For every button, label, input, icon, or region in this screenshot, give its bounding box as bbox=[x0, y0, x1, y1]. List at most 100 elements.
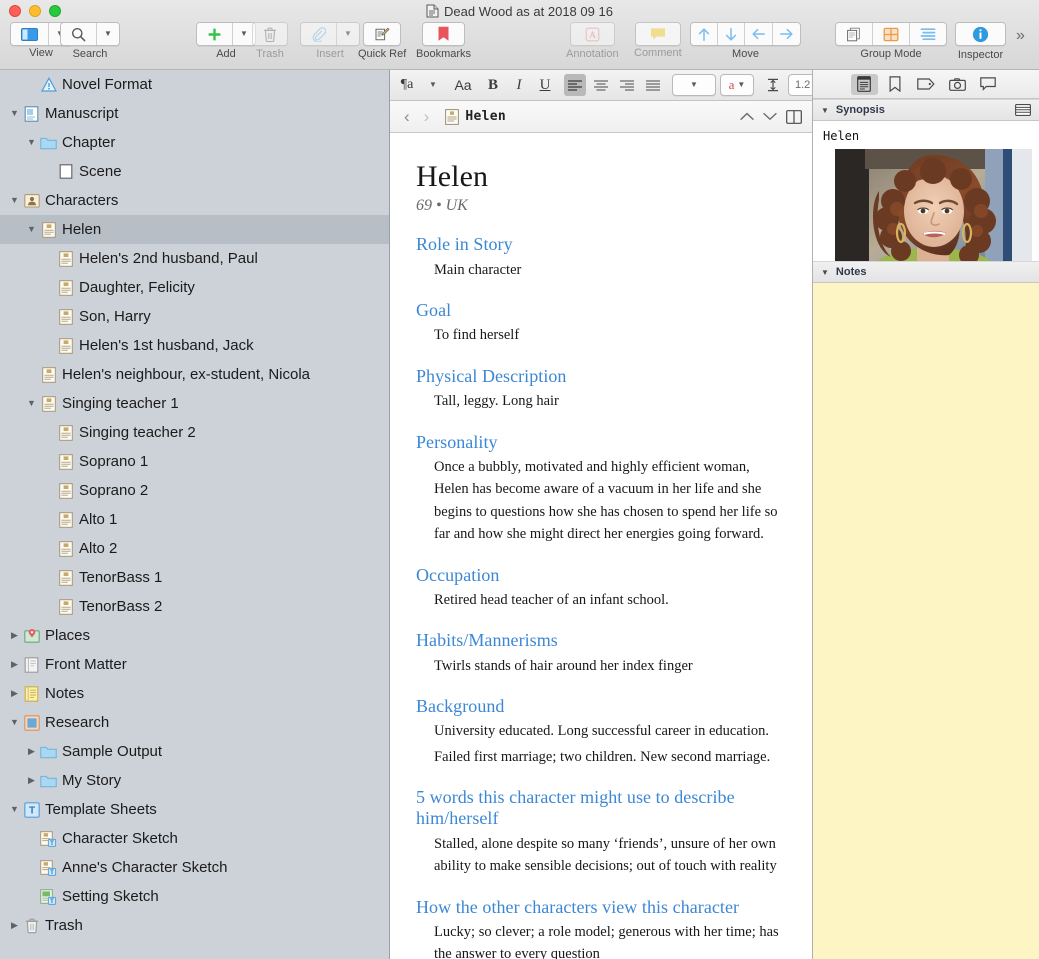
insert-button[interactable]: ▼ bbox=[300, 22, 360, 46]
info-icon[interactable] bbox=[956, 23, 1005, 45]
comment-button[interactable] bbox=[634, 22, 681, 46]
binder-item-alto-1[interactable]: Alto 1 bbox=[0, 505, 389, 534]
arrow-up-icon[interactable] bbox=[691, 23, 718, 45]
disclosure-expanded-icon[interactable]: ▼ bbox=[25, 225, 38, 234]
binder-item-helen-s-1st-husband-jack[interactable]: Helen's 1st husband, Jack bbox=[0, 331, 389, 360]
binder-item-alto-2[interactable]: Alto 2 bbox=[0, 534, 389, 563]
corkboard-icon[interactable] bbox=[836, 23, 873, 45]
quick-ref-icon[interactable] bbox=[364, 23, 401, 45]
binder-item-chapter[interactable]: ▼ Chapter bbox=[0, 128, 389, 157]
document-body[interactable]: Helen 69 • UK Role in Story Main characte… bbox=[390, 133, 812, 959]
binder-item-singing-teacher-2[interactable]: Singing teacher 2 bbox=[0, 418, 389, 447]
synopsis-image-container[interactable] bbox=[813, 149, 1039, 261]
insert-menu-chevron[interactable]: ▼ bbox=[337, 23, 359, 45]
binder-item-soprano-1[interactable]: Soprano 1 bbox=[0, 447, 389, 476]
binder-item-my-story[interactable]: ▶ My Story bbox=[0, 766, 389, 795]
text-color-button[interactable]: a ▼ bbox=[720, 74, 754, 96]
binder-item-notes[interactable]: ▶ Notes bbox=[0, 679, 389, 708]
move-button-group[interactable] bbox=[690, 22, 801, 46]
line-spacing-icon[interactable] bbox=[762, 74, 784, 96]
bold-button[interactable]: B bbox=[482, 74, 504, 96]
synopsis-header[interactable]: ▼ Synopsis bbox=[813, 99, 1039, 121]
font-panel-button[interactable]: Aa bbox=[452, 74, 474, 96]
align-left-icon[interactable] bbox=[564, 74, 586, 96]
outline-grid-icon[interactable] bbox=[873, 23, 910, 45]
binder-item-singing-teacher-1[interactable]: ▼ Singing teacher 1 bbox=[0, 389, 389, 418]
binder-item-helen[interactable]: ▼ Helen bbox=[0, 215, 389, 244]
binder-item-front-matter[interactable]: ▶ Front Matter bbox=[0, 650, 389, 679]
binder-item-manuscript[interactable]: ▼ Manuscript bbox=[0, 99, 389, 128]
disclosure-collapsed-icon[interactable]: ▶ bbox=[25, 776, 38, 785]
binder-item-character-sketch[interactable]: T Character Sketch bbox=[0, 824, 389, 853]
card-lines-icon[interactable] bbox=[1015, 104, 1031, 116]
disclosure-expanded-icon[interactable]: ▼ bbox=[25, 138, 38, 147]
inspector-tab-metadata[interactable] bbox=[913, 74, 940, 95]
notes-text-area[interactable] bbox=[813, 283, 1039, 959]
italic-button[interactable]: I bbox=[508, 74, 530, 96]
next-document-icon[interactable] bbox=[763, 112, 777, 121]
quick-ref-button[interactable] bbox=[363, 22, 402, 46]
toolbar-overflow-button[interactable]: » bbox=[1016, 26, 1025, 46]
binder-item-trash[interactable]: ▶ Trash bbox=[0, 911, 389, 940]
disclosure-collapsed-icon[interactable]: ▶ bbox=[25, 747, 38, 756]
paperclip-icon[interactable] bbox=[301, 23, 337, 45]
search-icon[interactable] bbox=[61, 23, 97, 45]
bookmark-icon[interactable] bbox=[423, 23, 465, 45]
notes-header[interactable]: ▼ Notes bbox=[813, 261, 1039, 283]
inspector-tab-bookmarks[interactable] bbox=[882, 74, 909, 95]
add-button[interactable]: ▼ bbox=[196, 22, 256, 46]
annotation-button[interactable]: A bbox=[569, 22, 615, 46]
binder-sidebar[interactable]: Novel Format ▼ Manuscript ▼ Chapter Scene ▼ Ch… bbox=[0, 70, 390, 959]
binder-item-template-sheets[interactable]: ▼ T Template Sheets bbox=[0, 795, 389, 824]
plus-icon[interactable] bbox=[197, 23, 233, 45]
search-button[interactable]: ▼ bbox=[60, 22, 120, 46]
inspector-button[interactable] bbox=[955, 22, 1006, 46]
notes-disclosure-icon[interactable]: ▼ bbox=[821, 268, 829, 277]
disclosure-collapsed-icon[interactable]: ▶ bbox=[8, 660, 21, 669]
comment-icon[interactable] bbox=[635, 23, 680, 45]
document-scroll-area[interactable]: Helen 69 • UK Role in Story Main characte… bbox=[390, 133, 812, 959]
binder-item-daughter-felicity[interactable]: Daughter, Felicity bbox=[0, 273, 389, 302]
disclosure-expanded-icon[interactable]: ▼ bbox=[25, 399, 38, 408]
inspector-tab-snapshots[interactable] bbox=[944, 74, 971, 95]
disclosure-collapsed-icon[interactable]: ▶ bbox=[8, 631, 21, 640]
disclosure-expanded-icon[interactable]: ▼ bbox=[8, 109, 21, 118]
synopsis-disclosure-icon[interactable]: ▼ bbox=[821, 106, 829, 115]
binder-item-soprano-2[interactable]: Soprano 2 bbox=[0, 476, 389, 505]
binder-item-characters[interactable]: ▼ Characters bbox=[0, 186, 389, 215]
binder-item-anne-s-character-sketch[interactable]: T Anne's Character Sketch bbox=[0, 853, 389, 882]
synopsis-text[interactable]: Helen bbox=[813, 121, 1039, 149]
binder-item-son-harry[interactable]: Son, Harry bbox=[0, 302, 389, 331]
forward-button[interactable]: › bbox=[420, 108, 434, 125]
align-right-icon[interactable] bbox=[616, 74, 638, 96]
binder-item-helen-s-2nd-husband-paul[interactable]: Helen's 2nd husband, Paul bbox=[0, 244, 389, 273]
inspector-tab-notecard[interactable] bbox=[850, 73, 878, 95]
trash-icon[interactable] bbox=[253, 23, 287, 45]
arrow-down-icon[interactable] bbox=[718, 23, 745, 45]
previous-document-icon[interactable] bbox=[740, 112, 754, 121]
paragraph-style-button[interactable]: ¶a bbox=[396, 74, 418, 96]
disclosure-collapsed-icon[interactable]: ▶ bbox=[8, 689, 21, 698]
highlight-color-button[interactable]: ▼ bbox=[672, 74, 716, 96]
binder-item-helen-s-neighbour-ex-student-nicola[interactable]: Helen's neighbour, ex-student, Nicola bbox=[0, 360, 389, 389]
binder-item-tenorbass-2[interactable]: TenorBass 2 bbox=[0, 592, 389, 621]
inspector-tab-comments[interactable] bbox=[975, 74, 1002, 95]
disclosure-expanded-icon[interactable]: ▼ bbox=[8, 196, 21, 205]
disclosure-expanded-icon[interactable]: ▼ bbox=[8, 718, 21, 727]
list-lines-icon[interactable] bbox=[910, 23, 946, 45]
annotation-a-icon[interactable]: A bbox=[570, 23, 614, 45]
binder-item-scene[interactable]: Scene bbox=[0, 157, 389, 186]
trash-button[interactable] bbox=[252, 22, 288, 46]
search-menu-chevron[interactable]: ▼ bbox=[97, 23, 119, 45]
overflow-chevrons-icon[interactable]: » bbox=[1016, 26, 1025, 46]
paragraph-style-chevron[interactable]: ▼ bbox=[422, 74, 444, 96]
arrow-right-icon[interactable] bbox=[773, 23, 800, 45]
disclosure-expanded-icon[interactable]: ▼ bbox=[8, 805, 21, 814]
disclosure-collapsed-icon[interactable]: ▶ bbox=[8, 921, 21, 930]
bookmarks-button[interactable] bbox=[422, 22, 466, 46]
arrow-left-icon[interactable] bbox=[745, 23, 773, 45]
binder-item-tenorbass-1[interactable]: TenorBass 1 bbox=[0, 563, 389, 592]
binder-item-research[interactable]: ▼ Research bbox=[0, 708, 389, 737]
underline-button[interactable]: U bbox=[534, 74, 556, 96]
align-center-icon[interactable] bbox=[590, 74, 612, 96]
